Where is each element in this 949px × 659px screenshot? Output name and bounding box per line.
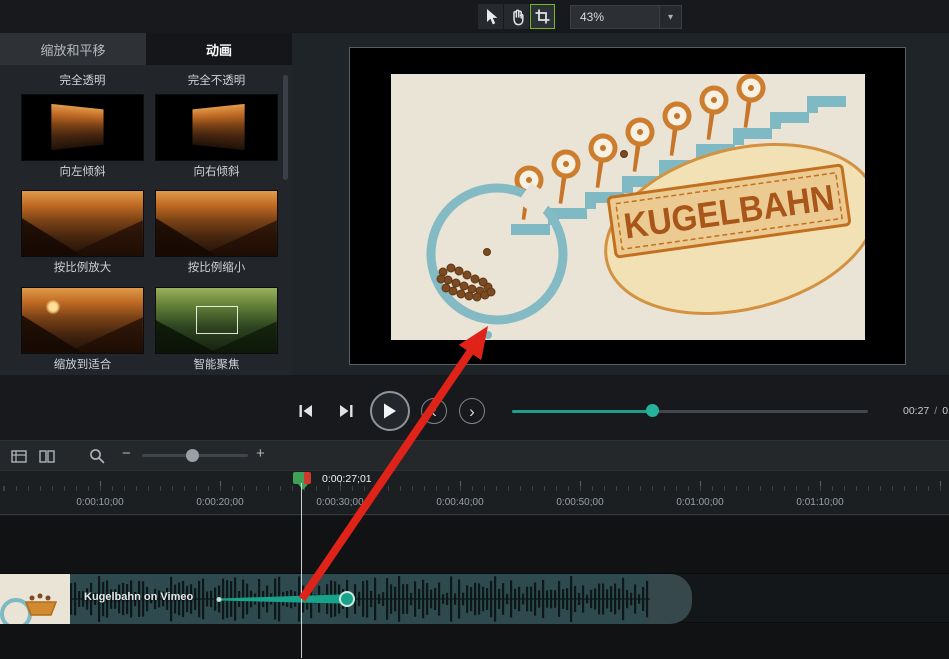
preview-stage: KUGELBAHN — [349, 47, 906, 365]
app-window: 43% ▾ 缩放和平移 动画 完全透明 完全不透明 向左倾斜 向右倾斜 按比例放… — [0, 0, 949, 659]
track-tools-icon — [11, 449, 27, 464]
video-frame[interactable]: KUGELBAHN — [391, 74, 865, 340]
chevron-right-icon: › — [469, 403, 475, 420]
ruler-tick-label: 0:00:40;00 — [436, 497, 483, 508]
previous-animation-button[interactable]: ‹ — [421, 398, 447, 424]
split-view-button[interactable] — [38, 447, 56, 465]
tab-zoom-n-pan[interactable]: 缩放和平移 — [0, 33, 146, 65]
timecode-current: 00:27 — [903, 405, 929, 417]
timeline-tracks: Kugelbahn on Vimeo — [0, 516, 949, 659]
playhead-stem — [298, 484, 308, 490]
play-button[interactable] — [370, 391, 410, 431]
preset-label: 向左倾斜 — [22, 163, 143, 179]
magnifier-icon — [89, 448, 105, 464]
timecode: 00:27 / 01: — [903, 405, 949, 417]
timeline-zoom-button[interactable] — [88, 447, 106, 465]
chevron-left-icon: ‹ — [431, 403, 437, 420]
next-animation-button[interactable]: › — [459, 398, 485, 424]
zoom-in-button[interactable]: + — [256, 445, 265, 462]
kugelbahn-illustration: KUGELBAHN — [391, 74, 865, 340]
zoom-level-value: 43% — [571, 10, 659, 24]
top-toolbar: 43% ▾ — [0, 0, 949, 33]
playhead-line[interactable] — [301, 483, 302, 658]
panel-tabs: 缩放和平移 动画 — [0, 33, 292, 65]
zoom-level-dropdown[interactable]: 43% ▾ — [570, 5, 682, 29]
preset-item-scale-down[interactable]: 按比例缩小 — [156, 191, 277, 275]
animation-indicator[interactable] — [214, 574, 364, 624]
select-tool-button[interactable] — [478, 4, 503, 29]
track-tools-button[interactable] — [10, 447, 28, 465]
ruler-tick-label: 0:01:10;00 — [796, 497, 843, 508]
playback-controls: ‹ › 00:27 / 01: — [0, 375, 949, 440]
preset-label: 按比例缩小 — [156, 259, 277, 275]
chevron-down-icon[interactable]: ▾ — [659, 6, 681, 28]
split-view-icon — [39, 449, 55, 464]
tab-animations[interactable]: 动画 — [146, 33, 292, 65]
preset-label: 缩放到适合 — [22, 356, 143, 372]
timecode-total: 01: — [942, 405, 949, 417]
seek-slider-fill — [512, 410, 652, 413]
preset-thumbnail — [156, 95, 277, 160]
playhead-in-handle[interactable] — [293, 472, 304, 484]
next-frame-button[interactable] — [336, 403, 356, 419]
ruler-tick-label: 0:00:50;00 — [556, 497, 603, 508]
media-clip[interactable]: Kugelbahn on Vimeo — [0, 574, 648, 624]
panel-scrollbar[interactable] — [283, 75, 288, 180]
preset-item-smart-focus[interactable]: 智能聚焦 — [156, 288, 277, 372]
preset-label: 按比例放大 — [22, 259, 143, 275]
preset-item-scale-to-fit[interactable]: 缩放到适合 — [22, 288, 143, 372]
crop-icon — [534, 8, 551, 25]
ruler-tick-label: 0:01:00;00 — [676, 497, 723, 508]
hand-icon — [508, 8, 526, 26]
crop-tool-button[interactable] — [530, 4, 555, 29]
timecode-separator: / — [934, 405, 937, 417]
ruler-tick-label: 0:00:10;00 — [76, 497, 123, 508]
preset-thumbnail — [22, 95, 143, 160]
previous-frame-icon — [298, 404, 314, 418]
playhead-time-label: 0:00:27;01 — [322, 473, 372, 485]
zoom-out-button[interactable]: − — [122, 445, 131, 462]
animations-panel: 缩放和平移 动画 完全透明 完全不透明 向左倾斜 向右倾斜 按比例放大 按比例缩… — [0, 33, 292, 375]
clip-thumbnail — [0, 574, 70, 624]
previous-frame-button[interactable] — [296, 403, 316, 419]
ruler-tick-label: 0:00:30;00 — [316, 497, 363, 508]
preset-label: 智能聚焦 — [156, 356, 277, 372]
play-icon — [383, 403, 397, 419]
seek-slider[interactable] — [512, 410, 868, 413]
clip-title: Kugelbahn on Vimeo — [84, 591, 193, 603]
track-lane-1: Kugelbahn on Vimeo — [0, 573, 949, 623]
pan-tool-button[interactable] — [504, 4, 529, 29]
preset-item-tilt-right[interactable]: 向右倾斜 — [156, 95, 277, 179]
preset-item-tilt-left[interactable]: 向左倾斜 — [22, 95, 143, 179]
playhead-out-handle[interactable] — [304, 472, 311, 484]
ruler-minor-ticks — [0, 486, 949, 491]
preset-item-fully-transparent[interactable]: 完全透明 — [22, 69, 143, 88]
preset-thumbnail — [22, 191, 143, 256]
preset-thumbnail — [156, 191, 277, 256]
canvas-area: KUGELBAHN — [292, 33, 949, 375]
seek-slider-knob[interactable] — [646, 404, 659, 417]
preset-label: 完全透明 — [22, 72, 143, 88]
clip-end-cap — [648, 574, 692, 624]
timeline-zoom-knob[interactable] — [186, 449, 199, 462]
preset-thumbnail — [22, 288, 143, 353]
canvas-tools — [478, 4, 555, 29]
timeline-ruler[interactable]: 0:00:00 0:00:10;00 0:00:20;00 0:00:30;00… — [0, 470, 949, 515]
teal-dot — [484, 331, 492, 339]
preset-label: 向右倾斜 — [156, 163, 277, 179]
cursor-icon — [483, 8, 499, 26]
preset-item-fully-opaque[interactable]: 完全不透明 — [156, 69, 277, 88]
preset-thumbnail — [156, 288, 277, 353]
timeline-toolbar: − + — [0, 440, 949, 470]
next-frame-icon — [338, 404, 354, 418]
preset-item-scale-up[interactable]: 按比例放大 — [22, 191, 143, 275]
playhead-handle[interactable] — [293, 472, 311, 484]
ruler-tick-label: 0:00:20;00 — [196, 497, 243, 508]
preset-label: 完全不透明 — [156, 72, 277, 88]
